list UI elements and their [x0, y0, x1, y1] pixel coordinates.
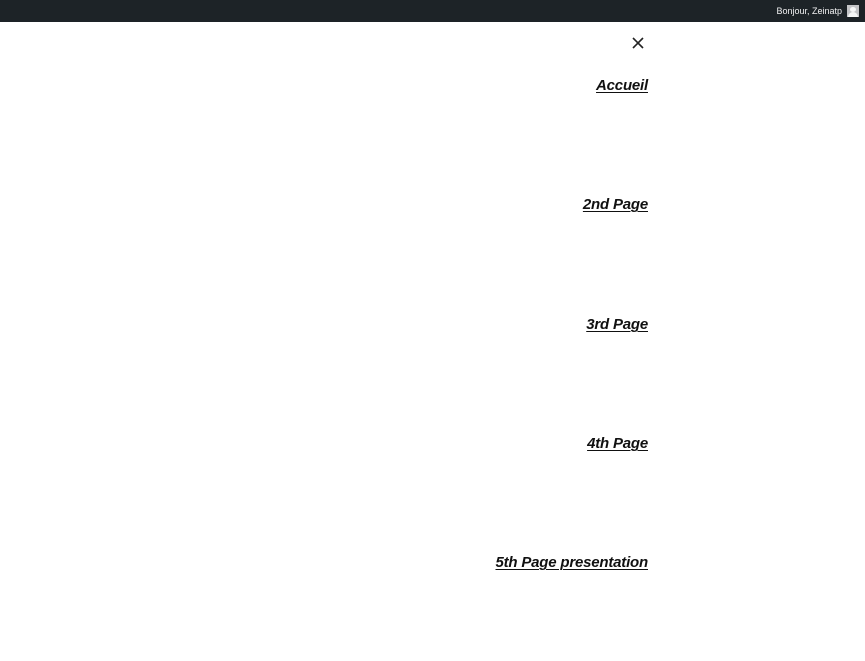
close-menu-button[interactable]: [628, 33, 648, 53]
my-account-menu[interactable]: Bonjour, Zeinatp: [776, 0, 859, 22]
close-icon: [632, 37, 644, 49]
menu-item-accueil[interactable]: Accueil: [596, 77, 648, 95]
menu-item-5th-page-presentation[interactable]: 5th Page presentation: [495, 554, 648, 572]
menu-item-2nd-page[interactable]: 2nd Page: [583, 196, 648, 214]
admin-bar: Bonjour, Zeinatp: [0, 0, 865, 22]
menu-item-3rd-page[interactable]: 3rd Page: [586, 316, 648, 334]
navigation-menu: Accueil 2nd Page 3rd Page 4th Page 5th P…: [0, 0, 865, 661]
menu-item-4th-page[interactable]: 4th Page: [587, 435, 648, 453]
avatar-icon[interactable]: [847, 5, 859, 17]
account-greeting[interactable]: Bonjour, Zeinatp: [776, 0, 842, 22]
